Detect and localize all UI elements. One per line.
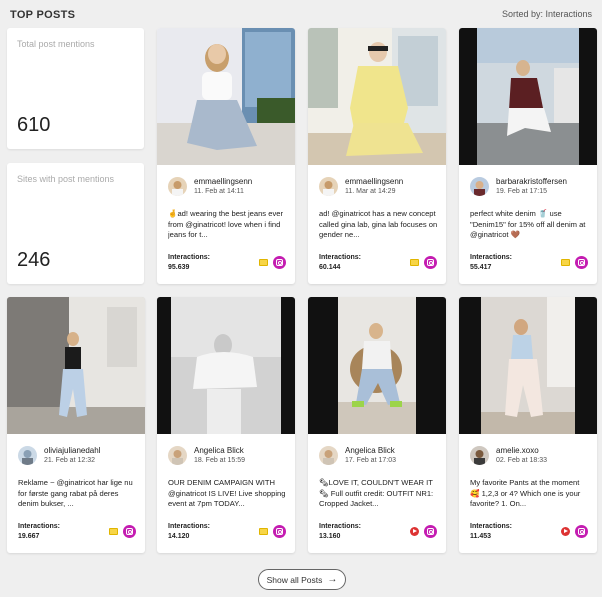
arrow-right-icon: → — [327, 574, 338, 585]
post-author[interactable]: Angelica Blick — [194, 446, 244, 455]
post-date: 18. Feb at 15:59 — [194, 457, 245, 464]
stat-label: Sites with post mentions — [17, 174, 115, 184]
post-date: 11. Mar at 14:29 — [345, 188, 396, 195]
image-icon — [410, 259, 419, 266]
post-card[interactable]: emmaellingsenn 11. Feb at 14:11 🤞ad! wea… — [157, 28, 295, 284]
post-date: 21. Feb at 12:32 — [44, 457, 95, 464]
post-date: 19. Feb at 17:15 — [496, 188, 547, 195]
avatar[interactable] — [470, 446, 489, 465]
image-icon — [259, 259, 268, 266]
interactions-label: Interactions: — [319, 523, 362, 530]
total-post-mentions-card: Total post mentions 610 — [7, 28, 144, 149]
show-all-label: Show all Posts — [266, 574, 323, 585]
post-photo[interactable] — [7, 297, 145, 434]
post-date: 11. Feb at 14:11 — [194, 188, 244, 195]
stat-value: 246 — [17, 249, 51, 271]
instagram-icon[interactable] — [123, 525, 136, 538]
post-date: 17. Feb at 17:03 — [345, 457, 396, 464]
instagram-icon[interactable] — [575, 256, 588, 269]
section-title: TOP POSTS — [10, 9, 76, 21]
interactions-value: 60.144 — [319, 264, 341, 271]
avatar[interactable] — [168, 446, 187, 465]
interactions-label: Interactions: — [168, 254, 211, 261]
post-author[interactable]: barbarakristoffersen — [496, 177, 567, 186]
post-author[interactable]: emmaellingsenn — [345, 177, 403, 186]
post-photo[interactable] — [308, 297, 446, 434]
post-author[interactable]: emmaellingsenn — [194, 177, 252, 186]
video-icon — [561, 527, 570, 536]
post-card[interactable]: emmaellingsenn 11. Mar at 14:29 ad! @gin… — [308, 28, 446, 284]
post-card[interactable]: oliviajulianedahl 21. Feb at 12:32 Rekla… — [7, 297, 145, 553]
interactions-value: 95.639 — [168, 264, 190, 271]
avatar[interactable] — [470, 177, 489, 196]
interactions-value: 13.160 — [319, 533, 341, 540]
avatar[interactable] — [18, 446, 37, 465]
stat-value: 610 — [17, 114, 51, 136]
post-date: 02. Feb at 18:33 — [496, 457, 547, 464]
stat-label: Total post mentions — [17, 39, 95, 49]
post-card[interactable]: amelie.xoxo 02. Feb at 18:33 My favorite… — [459, 297, 597, 553]
show-all-posts-button[interactable]: Show all Posts → — [258, 569, 346, 590]
post-photo[interactable] — [459, 297, 597, 434]
post-text: My favorite Pants at the moment 🥰 1,2,3 … — [470, 478, 581, 508]
post-text: perfect white denim 🥤 use "Denim15" for … — [470, 209, 586, 239]
post-author[interactable]: Angelica Blick — [345, 446, 395, 455]
post-text: 🤞ad! wearing the best jeans ever from @g… — [168, 209, 283, 239]
interactions-value: 19.667 — [18, 533, 40, 540]
post-text: ad! @ginatricot has a new concept called… — [319, 209, 438, 239]
post-text: 🗞LOVE IT, COULDN'T WEAR IT 🗞 Full outfit… — [319, 478, 434, 508]
sites-with-post-mentions-card: Sites with post mentions 246 — [7, 163, 144, 284]
instagram-icon[interactable] — [273, 256, 286, 269]
post-photo[interactable] — [459, 28, 597, 165]
avatar[interactable] — [319, 446, 338, 465]
post-text: Reklame ~ @ginatricot har lige nu for fø… — [18, 478, 133, 508]
instagram-icon[interactable] — [273, 525, 286, 538]
interactions-label: Interactions: — [470, 254, 513, 261]
video-icon — [410, 527, 419, 536]
post-text: OUR DENIM CAMPAIGN WITH @ginatricot IS L… — [168, 478, 286, 508]
post-card[interactable]: Angelica Blick 17. Feb at 17:03 🗞LOVE IT… — [308, 297, 446, 553]
interactions-value: 14.120 — [168, 533, 190, 540]
post-photo[interactable] — [157, 297, 295, 434]
interactions-value: 11.453 — [470, 533, 492, 540]
avatar[interactable] — [168, 177, 187, 196]
interactions-label: Interactions: — [18, 523, 61, 530]
interactions-label: Interactions: — [470, 523, 513, 530]
instagram-icon[interactable] — [424, 256, 437, 269]
avatar[interactable] — [319, 177, 338, 196]
post-card[interactable]: Angelica Blick 18. Feb at 15:59 OUR DENI… — [157, 297, 295, 553]
image-icon — [259, 528, 268, 535]
post-photo[interactable] — [157, 28, 295, 165]
interactions-label: Interactions: — [168, 523, 211, 530]
top-posts-header: TOP POSTS Sorted by: Interactions — [10, 9, 592, 23]
interactions-label: Interactions: — [319, 254, 362, 261]
sort-label[interactable]: Sorted by: Interactions — [502, 9, 592, 19]
instagram-icon[interactable] — [575, 525, 588, 538]
image-icon — [561, 259, 570, 266]
post-photo[interactable] — [308, 28, 446, 165]
post-author[interactable]: oliviajulianedahl — [44, 446, 100, 455]
post-author[interactable]: amelie.xoxo — [496, 446, 539, 455]
post-card[interactable]: barbarakristoffersen 19. Feb at 17:15 pe… — [459, 28, 597, 284]
instagram-icon[interactable] — [424, 525, 437, 538]
interactions-value: 55.417 — [470, 264, 492, 271]
image-icon — [109, 528, 118, 535]
